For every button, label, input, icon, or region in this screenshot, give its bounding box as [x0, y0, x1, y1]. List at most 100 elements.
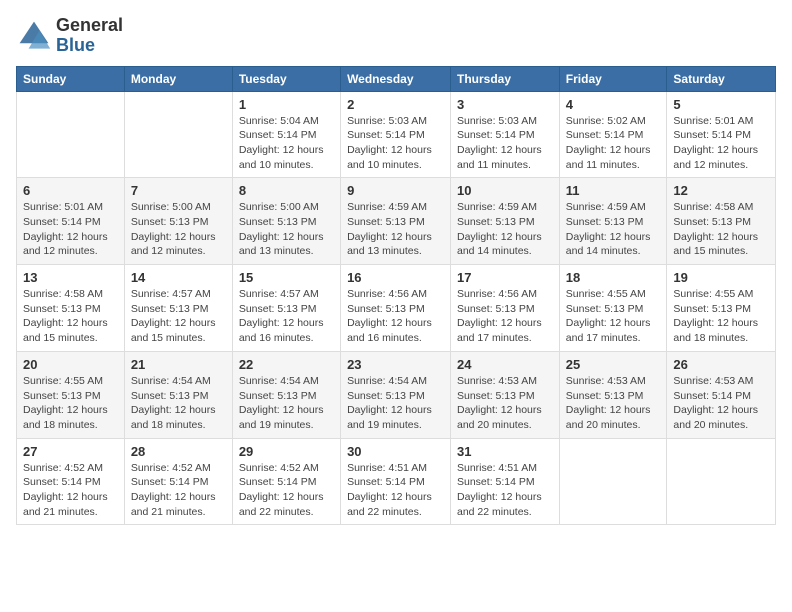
day-number: 17: [457, 270, 553, 285]
day-number: 26: [673, 357, 769, 372]
day-cell: 6 Sunrise: 5:01 AM Sunset: 5:14 PM Daylig…: [17, 178, 125, 265]
day-number: 5: [673, 97, 769, 112]
day-cell: 12 Sunrise: 4:58 AM Sunset: 5:13 PM Dayli…: [667, 178, 776, 265]
day-number: 20: [23, 357, 118, 372]
day-number: 23: [347, 357, 444, 372]
day-cell: [559, 438, 667, 525]
page-header: General Blue: [16, 16, 776, 56]
day-info: Sunrise: 4:52 AM Sunset: 5:14 PM Dayligh…: [131, 461, 226, 520]
day-number: 18: [566, 270, 661, 285]
day-info: Sunrise: 4:55 AM Sunset: 5:13 PM Dayligh…: [673, 287, 769, 346]
day-number: 11: [566, 183, 661, 198]
day-cell: [17, 91, 125, 178]
logo: General Blue: [16, 16, 123, 56]
day-number: 6: [23, 183, 118, 198]
day-info: Sunrise: 5:02 AM Sunset: 5:14 PM Dayligh…: [566, 114, 661, 173]
day-cell: 4 Sunrise: 5:02 AM Sunset: 5:14 PM Daylig…: [559, 91, 667, 178]
day-cell: 11 Sunrise: 4:59 AM Sunset: 5:13 PM Dayli…: [559, 178, 667, 265]
day-cell: 22Sunrise: 4:54 AM Sunset: 5:13 PM Dayli…: [232, 351, 340, 438]
day-cell: 1 Sunrise: 5:04 AM Sunset: 5:14 PM Daylig…: [232, 91, 340, 178]
day-cell: 10Sunrise: 4:59 AM Sunset: 5:13 PM Dayli…: [451, 178, 560, 265]
day-cell: 24 Sunrise: 4:53 AM Sunset: 5:13 PM Dayli…: [451, 351, 560, 438]
day-info: Sunrise: 4:53 AM Sunset: 5:13 PM Dayligh…: [566, 374, 661, 433]
week-row-5: 27 Sunrise: 4:52 AM Sunset: 5:14 PM Dayli…: [17, 438, 776, 525]
day-info: Sunrise: 4:56 AM Sunset: 5:13 PM Dayligh…: [347, 287, 444, 346]
col-header-sunday: Sunday: [17, 66, 125, 91]
day-cell: 29 Sunrise: 4:52 AM Sunset: 5:14 PM Dayli…: [232, 438, 340, 525]
day-cell: 21Sunrise: 4:54 AM Sunset: 5:13 PM Dayli…: [124, 351, 232, 438]
day-info: Sunrise: 4:54 AM Sunset: 5:13 PM Dayligh…: [239, 374, 334, 433]
day-number: 31: [457, 444, 553, 459]
day-info: Sunrise: 5:01 AM Sunset: 5:14 PM Dayligh…: [673, 114, 769, 173]
day-number: 1: [239, 97, 334, 112]
day-number: 12: [673, 183, 769, 198]
day-info: Sunrise: 5:01 AM Sunset: 5:14 PM Dayligh…: [23, 200, 118, 259]
day-cell: 17Sunrise: 4:56 AM Sunset: 5:13 PM Dayli…: [451, 265, 560, 352]
day-cell: 30 Sunrise: 4:51 AM Sunset: 5:14 PM Dayli…: [341, 438, 451, 525]
day-number: 8: [239, 183, 334, 198]
day-number: 16: [347, 270, 444, 285]
day-cell: 31 Sunrise: 4:51 AM Sunset: 5:14 PM Dayli…: [451, 438, 560, 525]
logo-text: General Blue: [56, 16, 123, 56]
day-number: 29: [239, 444, 334, 459]
day-number: 10: [457, 183, 553, 198]
day-cell: 2 Sunrise: 5:03 AM Sunset: 5:14 PM Daylig…: [341, 91, 451, 178]
day-cell: 16 Sunrise: 4:56 AM Sunset: 5:13 PM Dayli…: [341, 265, 451, 352]
day-number: 28: [131, 444, 226, 459]
day-info: Sunrise: 5:00 AM Sunset: 5:13 PM Dayligh…: [239, 200, 334, 259]
calendar-table: SundayMondayTuesdayWednesdayThursdayFrid…: [16, 66, 776, 526]
col-header-tuesday: Tuesday: [232, 66, 340, 91]
day-cell: 18Sunrise: 4:55 AM Sunset: 5:13 PM Dayli…: [559, 265, 667, 352]
day-info: Sunrise: 4:58 AM Sunset: 5:13 PM Dayligh…: [23, 287, 118, 346]
day-cell: 9 Sunrise: 4:59 AM Sunset: 5:13 PM Daylig…: [341, 178, 451, 265]
day-number: 24: [457, 357, 553, 372]
day-cell: [667, 438, 776, 525]
day-number: 27: [23, 444, 118, 459]
day-number: 30: [347, 444, 444, 459]
day-number: 25: [566, 357, 661, 372]
day-info: Sunrise: 5:04 AM Sunset: 5:14 PM Dayligh…: [239, 114, 334, 173]
day-info: Sunrise: 4:53 AM Sunset: 5:14 PM Dayligh…: [673, 374, 769, 433]
day-number: 9: [347, 183, 444, 198]
day-info: Sunrise: 4:58 AM Sunset: 5:13 PM Dayligh…: [673, 200, 769, 259]
day-info: Sunrise: 5:00 AM Sunset: 5:13 PM Dayligh…: [131, 200, 226, 259]
logo-icon: [16, 18, 52, 54]
day-info: Sunrise: 4:57 AM Sunset: 5:13 PM Dayligh…: [131, 287, 226, 346]
day-cell: 23Sunrise: 4:54 AM Sunset: 5:13 PM Dayli…: [341, 351, 451, 438]
day-number: 14: [131, 270, 226, 285]
day-cell: [124, 91, 232, 178]
col-header-thursday: Thursday: [451, 66, 560, 91]
day-number: 7: [131, 183, 226, 198]
day-number: 4: [566, 97, 661, 112]
week-row-4: 20 Sunrise: 4:55 AM Sunset: 5:13 PM Dayli…: [17, 351, 776, 438]
col-header-saturday: Saturday: [667, 66, 776, 91]
day-cell: 14 Sunrise: 4:57 AM Sunset: 5:13 PM Dayli…: [124, 265, 232, 352]
day-cell: 7 Sunrise: 5:00 AM Sunset: 5:13 PM Daylig…: [124, 178, 232, 265]
day-info: Sunrise: 4:59 AM Sunset: 5:13 PM Dayligh…: [566, 200, 661, 259]
day-info: Sunrise: 4:51 AM Sunset: 5:14 PM Dayligh…: [347, 461, 444, 520]
col-header-wednesday: Wednesday: [341, 66, 451, 91]
day-info: Sunrise: 4:59 AM Sunset: 5:13 PM Dayligh…: [347, 200, 444, 259]
day-info: Sunrise: 4:55 AM Sunset: 5:13 PM Dayligh…: [23, 374, 118, 433]
day-number: 3: [457, 97, 553, 112]
day-number: 2: [347, 97, 444, 112]
day-info: Sunrise: 4:53 AM Sunset: 5:13 PM Dayligh…: [457, 374, 553, 433]
day-cell: 20 Sunrise: 4:55 AM Sunset: 5:13 PM Dayli…: [17, 351, 125, 438]
day-info: Sunrise: 5:03 AM Sunset: 5:14 PM Dayligh…: [347, 114, 444, 173]
day-number: 13: [23, 270, 118, 285]
week-row-1: 1 Sunrise: 5:04 AM Sunset: 5:14 PM Daylig…: [17, 91, 776, 178]
col-header-monday: Monday: [124, 66, 232, 91]
day-cell: 27Sunrise: 4:52 AM Sunset: 5:14 PM Dayli…: [17, 438, 125, 525]
col-header-friday: Friday: [559, 66, 667, 91]
day-number: 15: [239, 270, 334, 285]
day-cell: 8 Sunrise: 5:00 AM Sunset: 5:13 PM Daylig…: [232, 178, 340, 265]
week-row-2: 6 Sunrise: 5:01 AM Sunset: 5:14 PM Daylig…: [17, 178, 776, 265]
day-cell: 15Sunrise: 4:57 AM Sunset: 5:13 PM Dayli…: [232, 265, 340, 352]
day-cell: 28 Sunrise: 4:52 AM Sunset: 5:14 PM Dayli…: [124, 438, 232, 525]
day-number: 19: [673, 270, 769, 285]
day-info: Sunrise: 4:52 AM Sunset: 5:14 PM Dayligh…: [239, 461, 334, 520]
day-info: Sunrise: 5:03 AM Sunset: 5:14 PM Dayligh…: [457, 114, 553, 173]
day-cell: 5 Sunrise: 5:01 AM Sunset: 5:14 PM Daylig…: [667, 91, 776, 178]
day-cell: 3 Sunrise: 5:03 AM Sunset: 5:14 PM Daylig…: [451, 91, 560, 178]
day-info: Sunrise: 4:51 AM Sunset: 5:14 PM Dayligh…: [457, 461, 553, 520]
